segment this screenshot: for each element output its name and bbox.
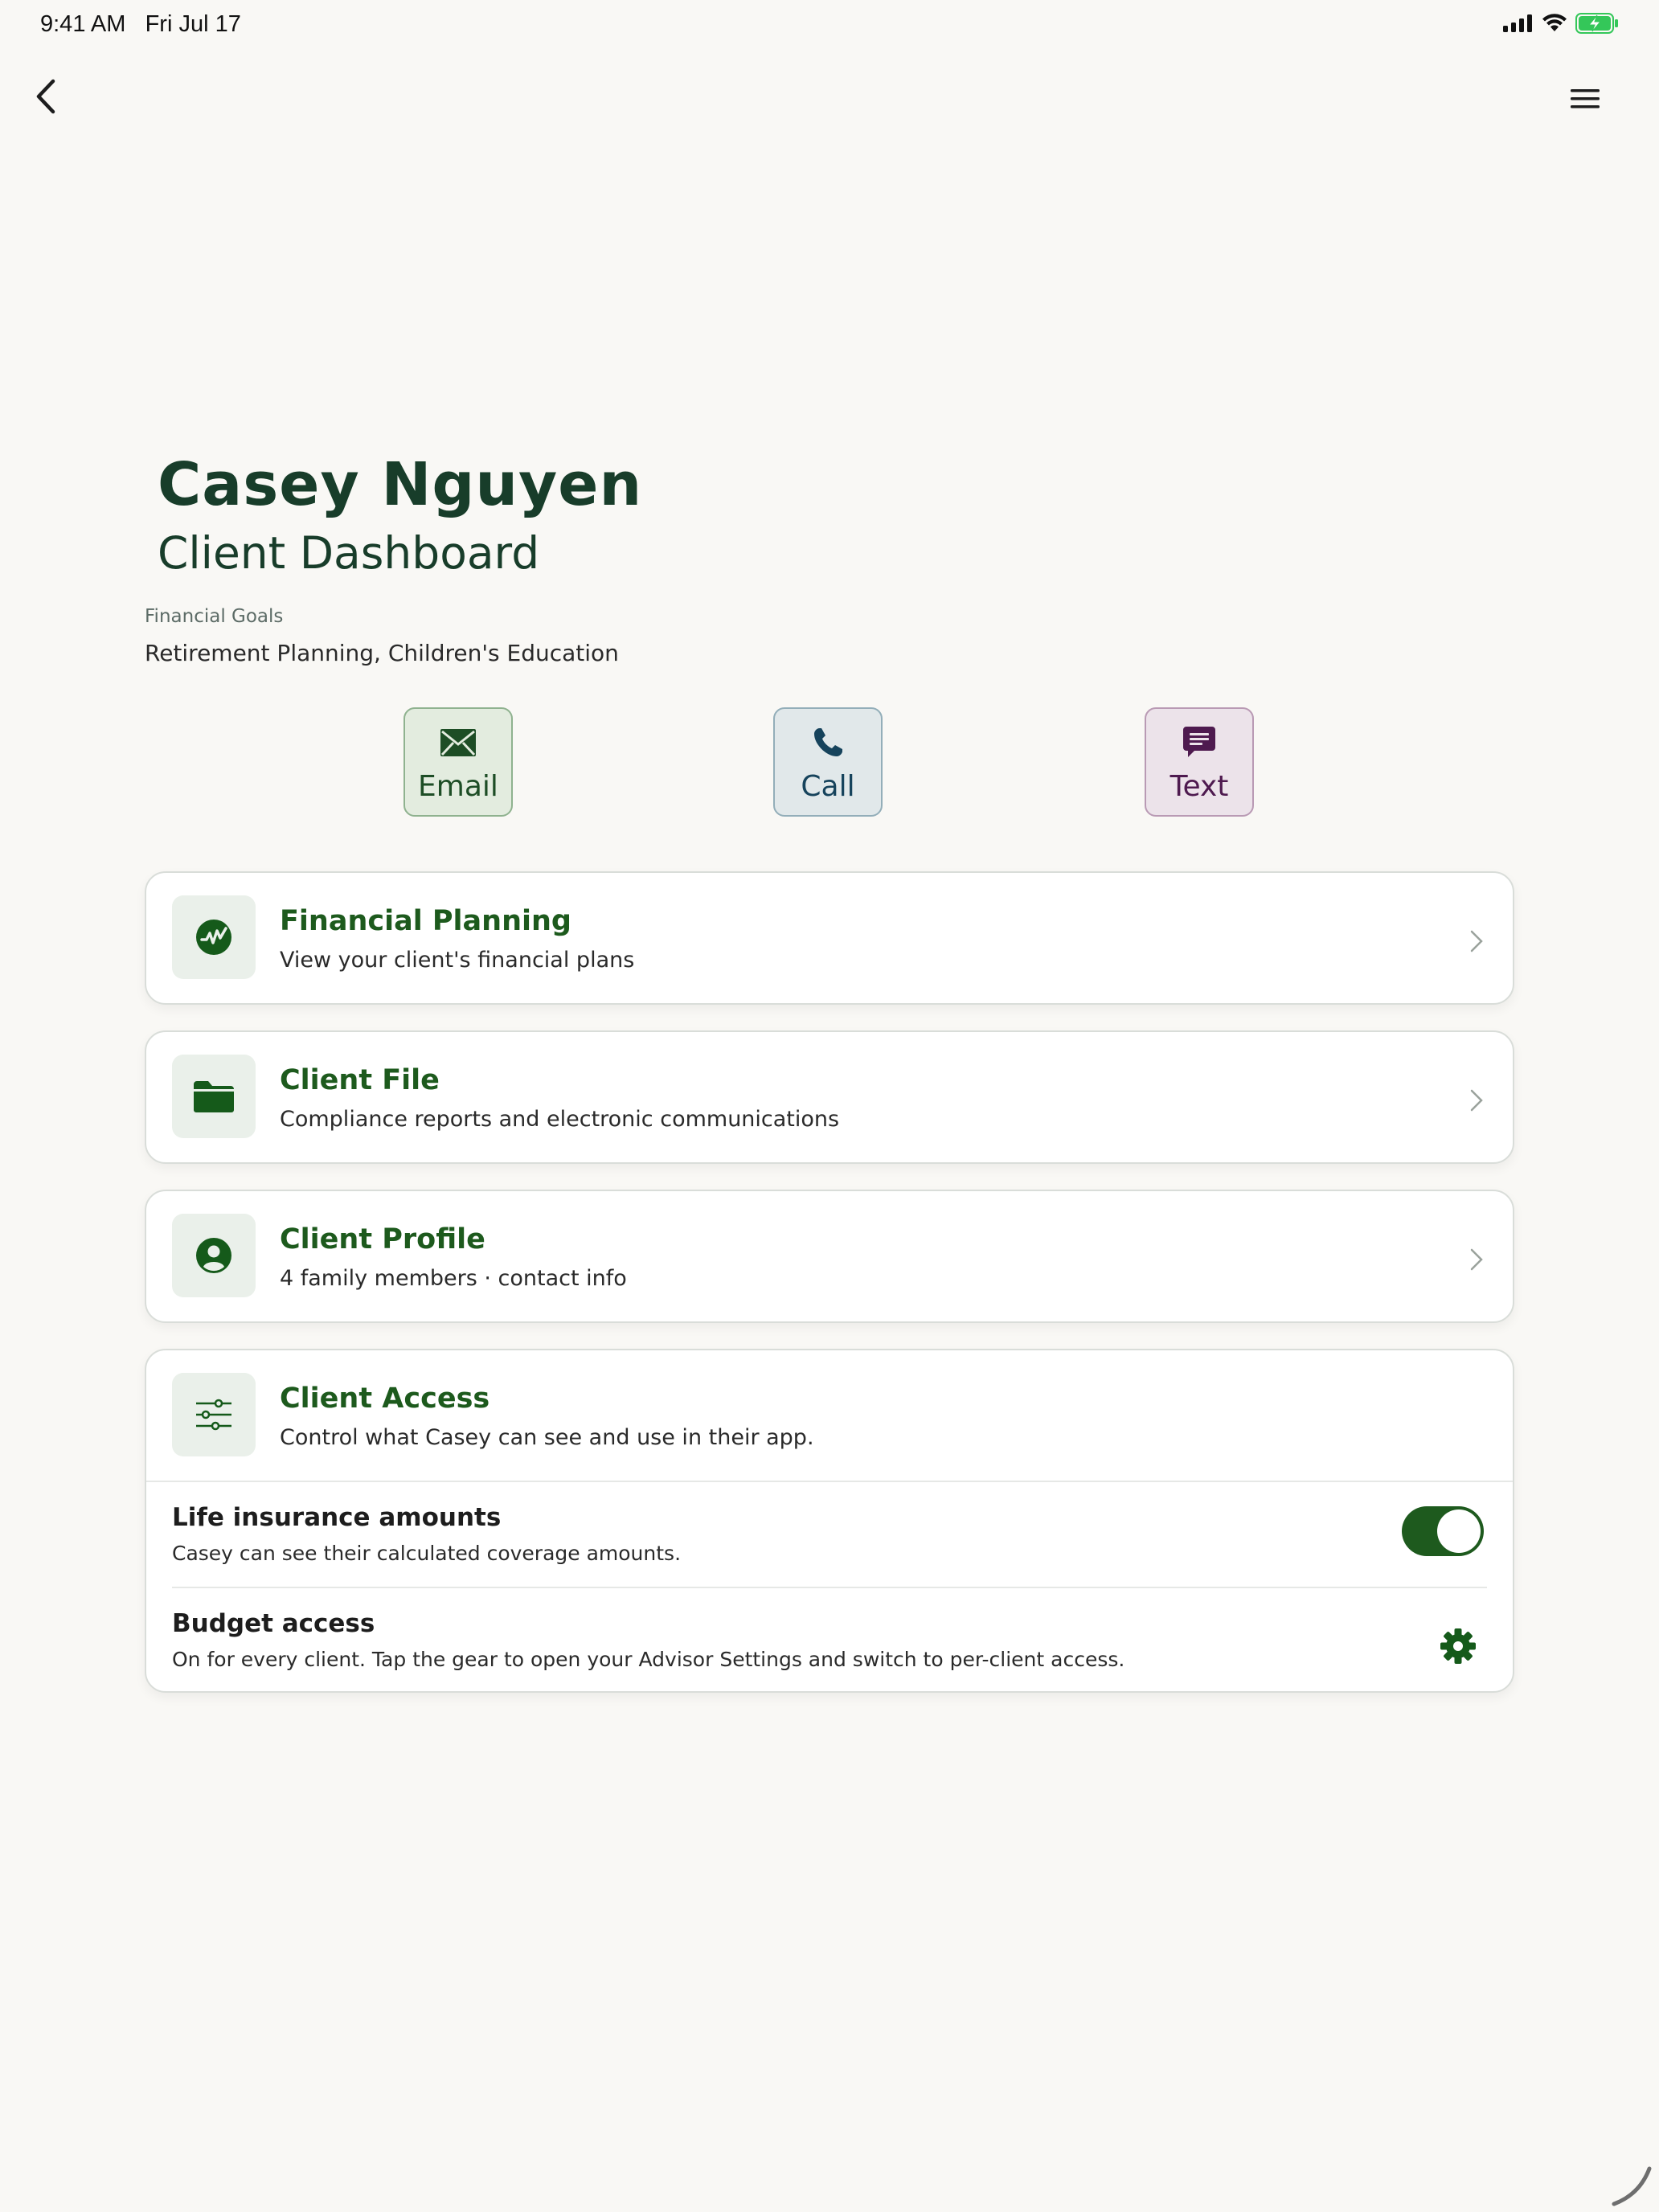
financial-planning-card[interactable]: Financial Planning View your client's fi… — [145, 871, 1514, 1005]
advisor-settings-button[interactable] — [1439, 1627, 1477, 1665]
person-circle-icon — [196, 1238, 231, 1273]
budget-access-setting-description: On for every client. Tap the gear to ope… — [172, 1648, 1125, 1671]
text-button-label: Text — [1169, 770, 1229, 803]
menu-button[interactable] — [1567, 84, 1603, 113]
card-description: Control what Casey can see and use in th… — [280, 1425, 814, 1450]
life-insurance-setting-title: Life insurance amounts — [172, 1503, 502, 1532]
card-description: View your client's financial plans — [280, 948, 635, 973]
hamburger-menu-icon — [1571, 89, 1600, 109]
financial-goals-label: Financial Goals — [145, 606, 284, 627]
status-date: Fri Jul 17 — [145, 11, 241, 37]
card-title: Client Profile — [280, 1223, 485, 1256]
sliders-icon — [196, 1399, 231, 1431]
toggle-knob — [1437, 1509, 1481, 1553]
text-button[interactable]: Text — [1145, 707, 1254, 817]
chevron-right-icon — [1470, 930, 1483, 952]
status-indicators — [1503, 13, 1619, 34]
client-access-card: Client Access Control what Casey can see… — [145, 1349, 1514, 1693]
budget-access-setting-title: Budget access — [172, 1609, 375, 1638]
card-title: Client Access — [280, 1382, 490, 1415]
card-description: 4 family members · contact info — [280, 1266, 627, 1291]
client-profile-card[interactable]: Client Profile 4 family members · contac… — [145, 1190, 1514, 1323]
envelope-icon — [440, 729, 476, 756]
divider — [146, 1481, 1513, 1482]
call-button[interactable]: Call — [773, 707, 883, 817]
client-file-card[interactable]: Client File Compliance reports and elect… — [145, 1030, 1514, 1164]
wifi-icon — [1542, 14, 1567, 31]
chevron-right-icon — [1470, 1248, 1483, 1271]
client-profile-icon-box — [172, 1214, 256, 1297]
chat-bubble-icon — [1183, 727, 1215, 757]
client-file-icon-box — [172, 1055, 256, 1138]
divider — [172, 1587, 1487, 1588]
call-button-label: Call — [801, 770, 855, 803]
cellular-signal-icon — [1503, 14, 1532, 32]
phone-icon — [814, 728, 842, 756]
card-title: Client File — [280, 1064, 440, 1096]
life-insurance-setting-description: Casey can see their calculated coverage … — [172, 1542, 682, 1565]
life-insurance-toggle[interactable] — [1402, 1506, 1484, 1556]
financial-planning-icon-box — [172, 895, 256, 979]
status-clock: 9:41 AM — [40, 11, 126, 37]
status-time: 9:41 AM Fri Jul 17 — [40, 11, 241, 38]
email-button[interactable]: Email — [403, 707, 513, 817]
chart-circle-icon — [196, 920, 231, 955]
financial-goals-value: Retirement Planning, Children's Educatio… — [145, 640, 619, 666]
card-description: Compliance reports and electronic commun… — [280, 1107, 840, 1132]
back-button[interactable] — [31, 76, 63, 117]
chevron-right-icon — [1470, 1089, 1483, 1112]
card-title: Financial Planning — [280, 905, 571, 937]
client-name: Casey Nguyen — [158, 450, 643, 519]
page-subtitle: Client Dashboard — [158, 527, 540, 579]
email-button-label: Email — [418, 770, 498, 803]
folder-icon — [194, 1081, 234, 1112]
gear-icon — [1440, 1628, 1476, 1664]
battery-charging-icon — [1575, 13, 1618, 34]
client-access-icon-box — [172, 1373, 256, 1456]
chevron-left-icon — [36, 79, 55, 114]
home-indicator-corner — [1612, 2166, 1652, 2206]
